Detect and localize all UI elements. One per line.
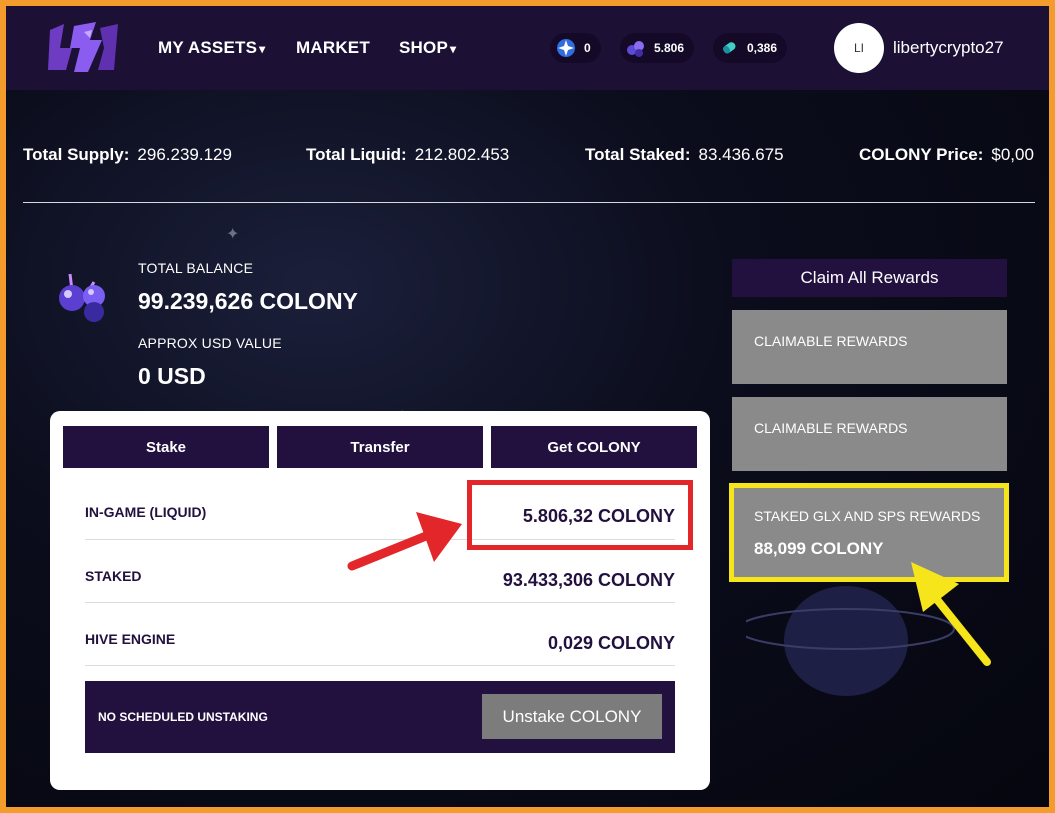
stat-total-supply-value: 296.239.129 [137, 145, 232, 164]
unstaking-panel: NO SCHEDULED UNSTAKING Unstake COLONY [85, 681, 675, 753]
stat-total-staked-value: 83.436.675 [698, 145, 784, 164]
tab-stake[interactable]: Stake [63, 426, 269, 468]
nav-my-assets[interactable]: MY ASSETS ▾ [158, 38, 265, 58]
usd-value-label: APPROX USD VALUE [138, 335, 282, 351]
stats-divider [23, 202, 1035, 203]
row-hive-engine-value: 0,029 COLONY [547, 633, 675, 653]
nav-market-label: MARKET [296, 38, 370, 57]
arrow-annotation-yellow-icon [911, 562, 991, 666]
stat-total-liquid: Total Liquid: 212.802.453 [306, 145, 509, 165]
nav-shop[interactable]: SHOP ▾ [399, 38, 456, 58]
unstake-button[interactable]: Unstake COLONY [482, 694, 662, 739]
genesis-league-logo-icon[interactable] [44, 18, 122, 76]
resource-star-value: 0 [584, 41, 591, 55]
row-divider [85, 665, 675, 666]
nav-shop-label: SHOP [399, 38, 448, 57]
crystal-cluster-icon [627, 41, 644, 57]
resource-crystal-value: 5.806 [654, 41, 685, 55]
chevron-down-icon: ▾ [449, 42, 457, 56]
arrow-annotation-red-icon [347, 512, 462, 571]
star-token-icon [557, 39, 575, 57]
unstaking-status: NO SCHEDULED UNSTAKING [98, 710, 268, 724]
stat-colony-price-label: COLONY Price: [859, 145, 984, 164]
colony-crystal-icon [59, 273, 105, 322]
tab-transfer[interactable]: Transfer [277, 426, 483, 468]
chevron-down-icon: ▾ [259, 42, 266, 56]
row-staked-value: 93.433,306 COLONY [502, 570, 675, 590]
resource-capsule[interactable]: 0,386 [713, 33, 788, 63]
reward-card-title: CLAIMABLE REWARDS [754, 420, 908, 436]
stat-total-supply: Total Supply: 296.239.129 [23, 145, 232, 165]
row-in-game-label: IN-GAME (LIQUID) [85, 504, 207, 520]
resource-capsule-value: 0,386 [747, 41, 778, 55]
top-navigation: MY ASSETS ▾ MARKET SHOP ▾ 0 5.806 0,386 … [6, 6, 1049, 90]
highlight-box-red [467, 480, 693, 550]
claimable-rewards-card[interactable]: CLAIMABLE REWARDS [732, 310, 1007, 384]
page-frame: ✦ ✦ ✦ MY ASSETS▾ MARKET SHOP▾ 0 [6, 6, 1049, 807]
stat-total-staked: Total Staked: 83.436.675 [585, 145, 784, 165]
capsule-icon [722, 42, 736, 54]
usd-value: 0 USD [138, 363, 206, 389]
sparkle-icon: ✦ [226, 226, 240, 243]
resource-crystal[interactable]: 5.806 [620, 33, 695, 63]
row-hive-engine-label: HIVE ENGINE [85, 631, 176, 647]
total-balance-label: TOTAL BALANCE [138, 260, 254, 276]
avatar[interactable]: LI [834, 23, 884, 73]
stat-total-liquid-value: 212.802.453 [414, 145, 510, 164]
stat-colony-price-value: $0,00 [991, 145, 1034, 164]
stat-total-staked-label: Total Staked: [585, 145, 691, 164]
tab-get-colony[interactable]: Get COLONY [491, 426, 697, 468]
claimable-rewards-card[interactable]: CLAIMABLE REWARDS [732, 397, 1007, 471]
nav-market[interactable]: MARKET [296, 38, 370, 58]
reward-card-title: CLAIMABLE REWARDS [754, 333, 908, 349]
row-divider [85, 602, 675, 603]
row-staked-label: STAKED [85, 568, 142, 584]
resource-star-token[interactable]: 0 [550, 33, 601, 63]
total-balance-value: 99.239,626 COLONY [138, 288, 358, 314]
username[interactable]: libertycrypto27 [893, 38, 1004, 58]
stat-total-supply-label: Total Supply: [23, 145, 130, 164]
nav-my-assets-label: MY ASSETS [158, 38, 258, 57]
stat-colony-price: COLONY Price: $0,00 [859, 145, 1034, 165]
claim-all-rewards-button[interactable]: Claim All Rewards [732, 259, 1007, 297]
avatar-initials: LI [853, 41, 864, 55]
balance-card: Stake Transfer Get COLONY IN-GAME (LIQUI… [50, 411, 710, 790]
stat-total-liquid-label: Total Liquid: [306, 145, 407, 164]
